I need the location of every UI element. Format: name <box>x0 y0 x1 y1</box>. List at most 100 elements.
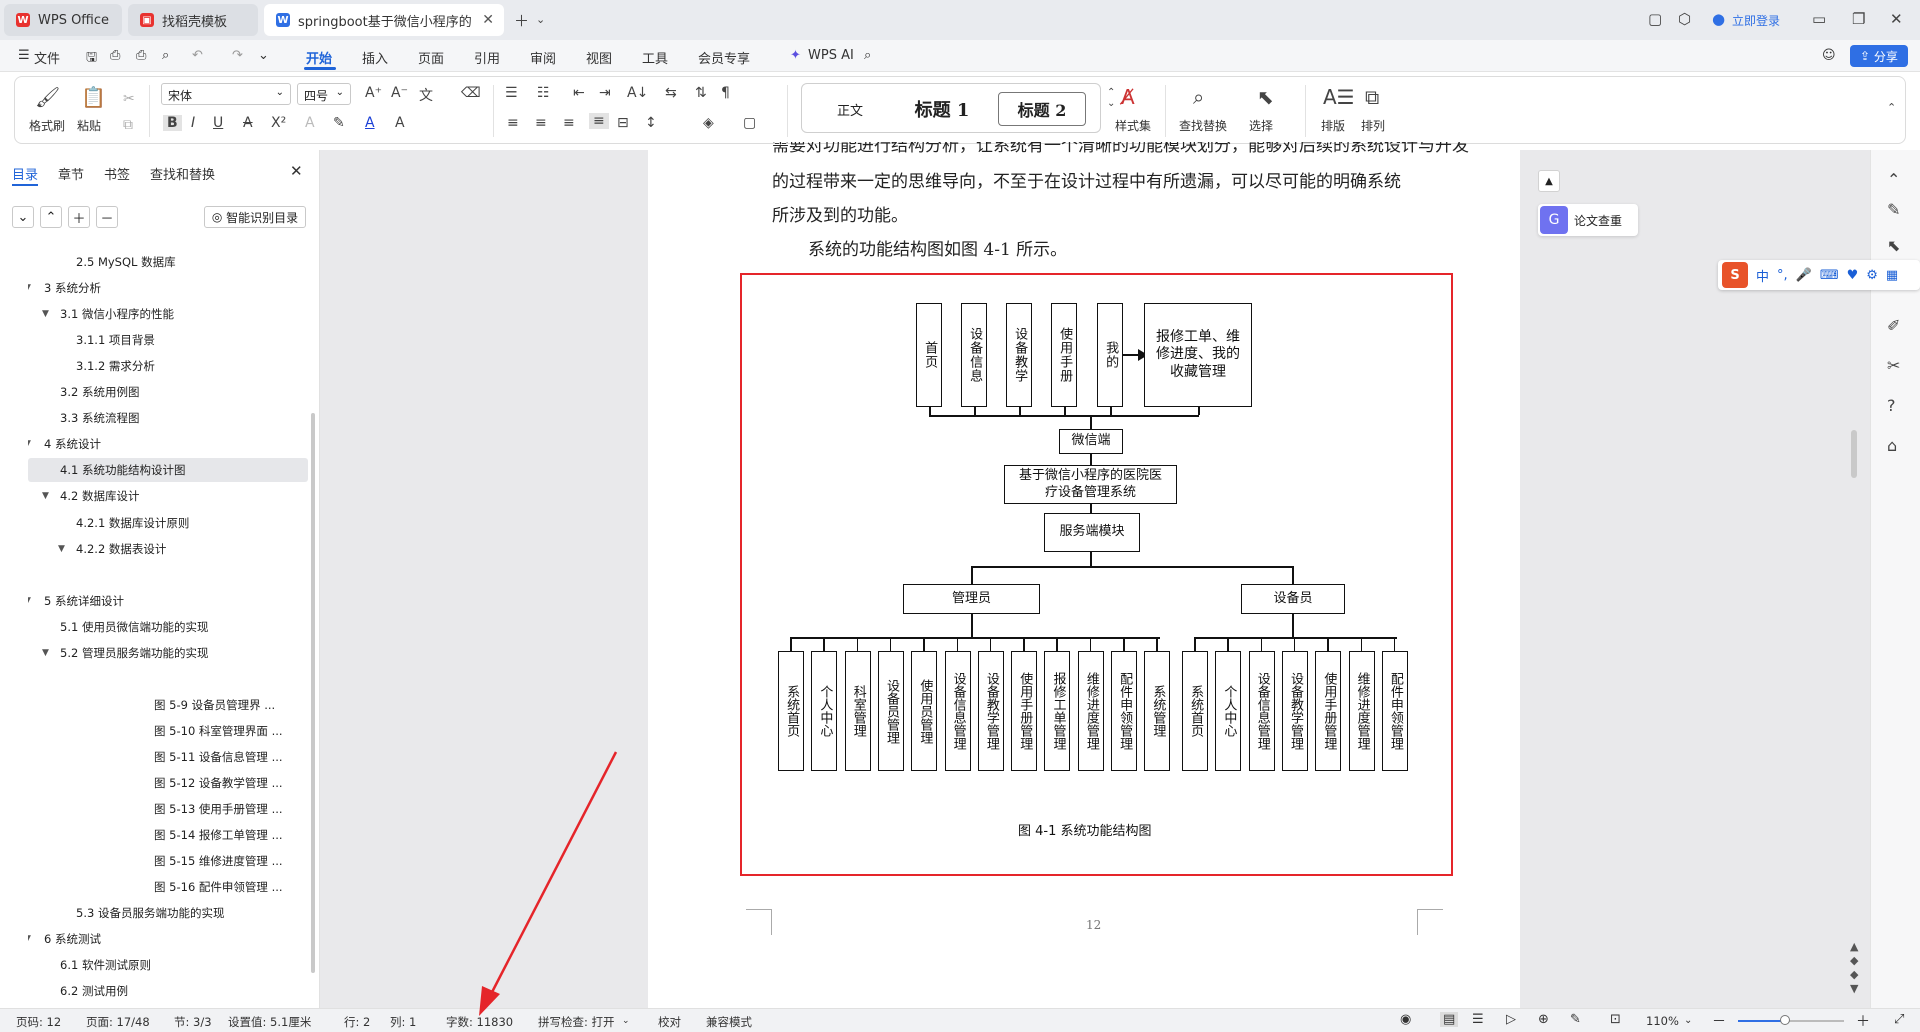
chat-icon[interactable]: ☺ <box>1822 48 1836 63</box>
status-section[interactable]: 节: 3/3 <box>174 1014 212 1030</box>
play-icon[interactable]: ▷ <box>1506 1012 1516 1027</box>
pen-icon[interactable]: ✎ <box>1887 200 1900 219</box>
style-scroll-icon[interactable]: ⌃ ⌄ <box>1107 87 1115 109</box>
doc-paragraph-line[interactable]: 所涉及到的功能。 <box>772 201 908 226</box>
status-page-number[interactable]: 页码: 12 <box>16 1014 61 1030</box>
search-icon[interactable]: ⌕ <box>864 48 871 63</box>
sort-az-icon[interactable]: A↓ <box>627 85 648 101</box>
toc-item[interactable]: 3.3 系统流程图 <box>28 406 308 430</box>
collapse-ribbon-icon[interactable]: ⌃ <box>1887 101 1896 114</box>
save-icon[interactable]: 🖫 <box>86 48 97 70</box>
ime-mode[interactable]: 中 <box>1756 266 1769 285</box>
cube-icon[interactable]: ⬡ <box>1678 10 1691 28</box>
zoom-slider[interactable] <box>1738 1015 1844 1025</box>
menu-reference[interactable]: 引用 <box>474 48 500 67</box>
toolbar-collapse-icon[interactable]: ⌃ <box>1887 170 1900 189</box>
select-cursor-icon[interactable]: ⬉ <box>1257 85 1274 109</box>
grow-font-icon[interactable]: A⁺ <box>365 85 382 101</box>
restore-icon[interactable]: ❐ <box>1852 10 1865 28</box>
close-pane-icon[interactable]: ✕ <box>290 162 303 180</box>
login-link[interactable]: 立即登录 <box>1732 12 1780 29</box>
toc-item[interactable]: 3.2 系统用例图 <box>28 380 308 404</box>
style-heading-2[interactable]: 标题 2 <box>998 92 1086 126</box>
menu-file[interactable]: 文件 <box>34 48 60 67</box>
style-normal[interactable]: 正文 <box>820 92 880 126</box>
outline-view-icon[interactable]: ☰ <box>1472 1012 1484 1027</box>
fit-page-icon[interactable]: ⊡ <box>1610 1012 1621 1027</box>
toc-item[interactable]: ▼ 5.2 管理员服务端功能的实现 <box>28 641 308 665</box>
layout-button[interactable]: 排版 <box>1321 117 1345 134</box>
toc-item[interactable]: 图 5-13 使用手册管理 ... <box>28 797 308 821</box>
nav-scrollbar[interactable] <box>311 413 315 973</box>
expand-arrow-icon[interactable]: ▼ <box>28 283 31 293</box>
promote-level-icon[interactable]: ⌃ <box>40 206 62 228</box>
status-proofread[interactable]: 校对 <box>658 1014 681 1030</box>
doc-paragraph-line[interactable]: 的过程带来一定的思维导向，不至于在设计过程中有所遗漏，可以尽可能的明确系统 <box>772 167 1401 192</box>
align-right-icon[interactable]: ≡ <box>563 115 575 131</box>
status-setting[interactable]: 设置值: 5.1厘米 <box>228 1014 311 1030</box>
select-button[interactable]: 选择 <box>1249 117 1273 134</box>
show-marks-icon[interactable]: ¶ <box>721 85 730 101</box>
paste-button[interactable]: 粘贴 <box>77 117 101 134</box>
zoom-chevron-icon[interactable]: ⌄ <box>1684 1015 1692 1026</box>
share-button[interactable]: ⇪ 分享 <box>1850 45 1908 67</box>
format-painter-icon[interactable]: 🖌 <box>35 85 60 109</box>
print-preview-icon[interactable]: ⌕ <box>162 48 169 63</box>
toc-item[interactable]: 图 5-12 设备教学管理 ... <box>28 771 308 795</box>
expand-arrow-icon[interactable]: ▼ <box>42 309 49 319</box>
style-set-icon[interactable]: A̸ <box>1121 85 1135 109</box>
zoom-level[interactable]: 110% <box>1646 1014 1679 1028</box>
toc-item[interactable]: 图 5-15 维修进度管理 ... <box>28 849 308 873</box>
toc-item[interactable]: 3.1.2 需求分析 <box>28 354 308 378</box>
punctuation-icon[interactable]: °, <box>1777 268 1788 283</box>
menu-insert[interactable]: 插入 <box>362 48 388 67</box>
underline-icon[interactable]: U <box>213 115 223 131</box>
tab-wps-office[interactable]: W WPS Office <box>4 4 122 36</box>
font-color-icon[interactable]: A <box>365 115 375 131</box>
cut-icon[interactable]: ✂ <box>123 91 135 107</box>
expand-arrow-icon[interactable]: ▼ <box>28 934 31 944</box>
chevron-down-icon[interactable]: ⌄ <box>536 13 545 26</box>
zoom-out-icon[interactable]: － <box>1712 1011 1726 1031</box>
toolbox-icon[interactable]: ⚙ <box>1866 268 1878 283</box>
toc-item[interactable]: 5.1 使用员微信端功能的实现 <box>28 615 308 639</box>
tab-docer-templates[interactable]: ▣ 找稻壳模板 <box>128 4 258 36</box>
font-name-select[interactable]: 宋体 ⌄ <box>161 83 291 105</box>
export-pdf-icon[interactable]: ⎙ <box>110 48 120 63</box>
tools-icon[interactable]: ✂ <box>1887 356 1900 375</box>
toc-item[interactable]: ▼ 4.2 数据库设计 <box>28 484 308 508</box>
copy-icon[interactable]: ⧉ <box>123 117 133 133</box>
align-left-icon[interactable]: ≡ <box>507 115 519 131</box>
nav-tab-find-replace[interactable]: 查找和替换 <box>150 164 215 183</box>
tab-current-document[interactable]: W springboot基于微信小程序的 ✕ <box>264 4 504 36</box>
edit-doc-icon[interactable]: ✐ <box>1887 316 1900 335</box>
line-spacing-icon[interactable]: ↕ <box>645 115 657 131</box>
status-column[interactable]: 列: 1 <box>390 1014 416 1030</box>
new-tab-icon[interactable]: ＋ <box>514 10 529 31</box>
toc-item[interactable]: 6.2 测试用例 <box>28 979 308 1003</box>
superscript-icon[interactable]: X² <box>271 115 286 131</box>
doc-paragraph-line[interactable]: 系统的功能结构图如图 4-1 所示。 <box>808 235 1067 260</box>
status-page[interactable]: 页面: 17/48 <box>86 1014 150 1030</box>
toc-item[interactable]: 图 5-14 报修工单管理 ... <box>28 823 308 847</box>
grid-icon[interactable]: ▦ <box>1886 268 1898 283</box>
expand-arrow-icon[interactable]: ▼ <box>28 596 31 606</box>
bullet-list-icon[interactable]: ☰ <box>505 85 518 101</box>
undo-icon[interactable]: ↶ <box>192 48 203 63</box>
toc-item[interactable]: 3.1.1 项目背景 <box>28 328 308 352</box>
smart-toc-button[interactable]: ◎ 智能识别目录 <box>204 206 306 228</box>
keyboard-icon[interactable]: ⌨ <box>1820 268 1839 283</box>
style-set-button[interactable]: 样式集 <box>1115 117 1151 134</box>
increase-indent-icon[interactable]: ⇥ <box>599 85 611 101</box>
toc-item[interactable]: 图 5-10 科室管理界面 ... <box>28 719 308 743</box>
toc-item[interactable]: 图 5-11 设备信息管理 ... <box>28 745 308 769</box>
find-replace-icon[interactable]: ⌕ <box>1193 85 1204 109</box>
toc-item[interactable]: ▼ 4 系统设计 <box>28 432 308 456</box>
style-heading-1[interactable]: 标题 1 <box>894 92 990 126</box>
zoom-slider-handle[interactable] <box>1779 1015 1790 1025</box>
menu-start[interactable]: 开始 <box>306 48 332 67</box>
toc-item[interactable]: ▼ 3.1 微信小程序的性能 <box>28 302 308 326</box>
numbered-list-icon[interactable]: ☷ <box>537 85 550 101</box>
collapse-all-icon[interactable]: ⌄ <box>12 206 34 228</box>
collapse-up-icon[interactable]: ▲ <box>1538 170 1560 192</box>
